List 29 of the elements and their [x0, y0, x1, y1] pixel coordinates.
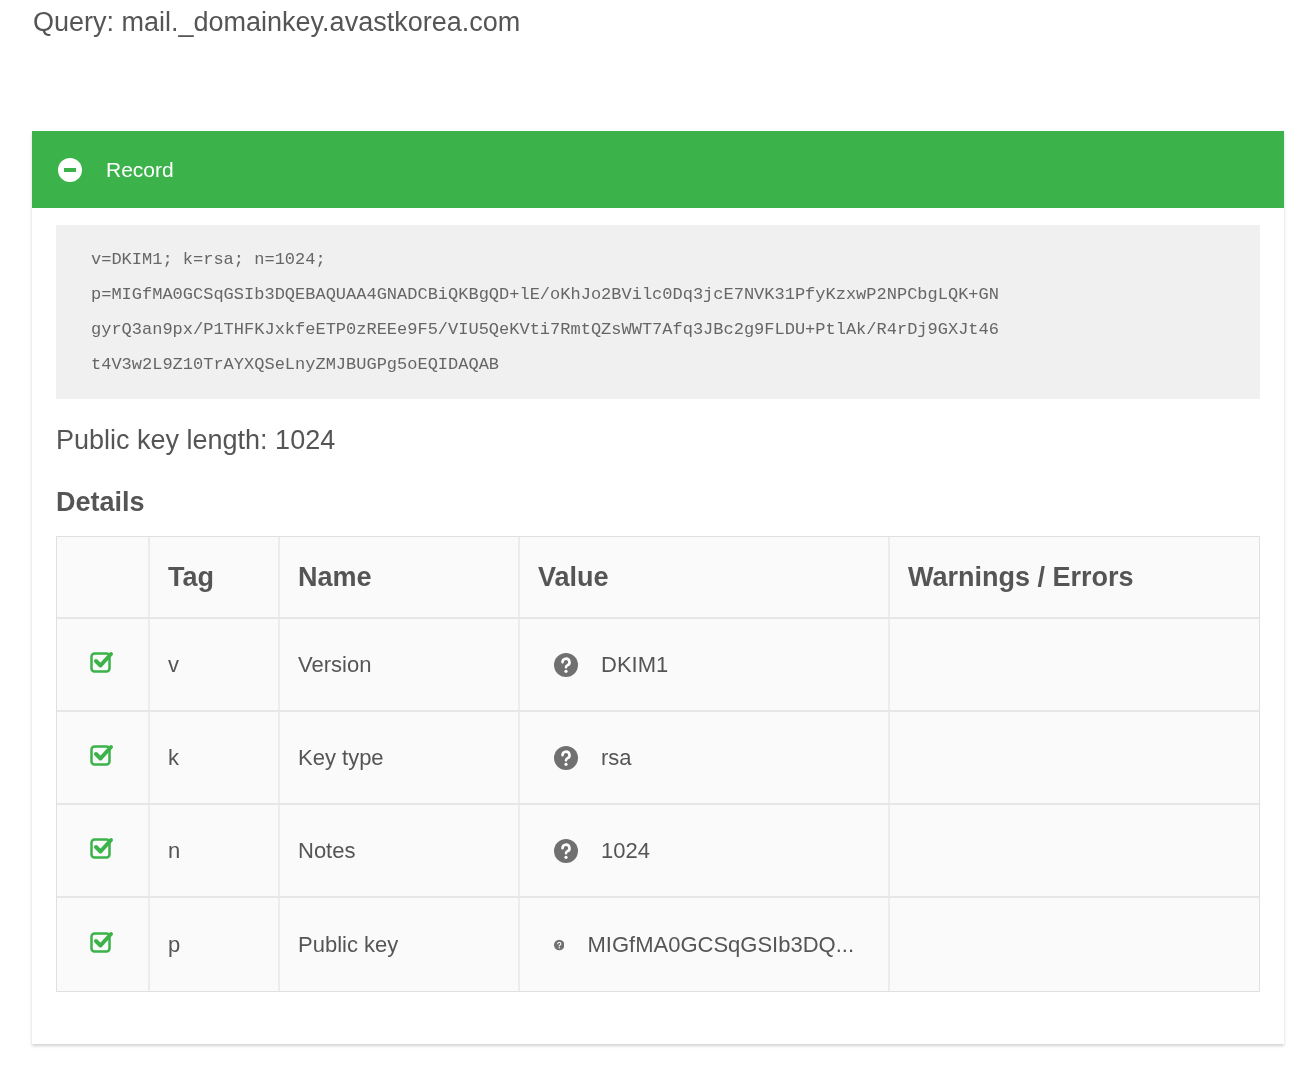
value-cell-text: DKIM1: [601, 651, 669, 679]
tag-cell-text: n: [168, 837, 181, 865]
tag-cell-text: k: [168, 744, 179, 772]
record-header[interactable]: Record: [32, 131, 1284, 208]
tag-cell-text: p: [168, 931, 181, 959]
record-title: Record: [106, 156, 174, 183]
record-line: p=MIGfMA0GCSqGSIb3DQEBAQUAA4GNADCBiQKBgQD+lE/oKhJo2BVilc0Dq3jcE7NVK31PfyKzxwP2NPCbgLQK+GN: [91, 284, 999, 306]
name-cell-text: Public key: [298, 931, 399, 959]
value-cell-text: rsa: [601, 744, 632, 772]
details-heading: Details: [56, 486, 145, 519]
query-title: Query: mail._domainkey.avastkorea.com: [33, 6, 521, 39]
collapse-icon[interactable]: [58, 157, 82, 182]
record-line: gyrQ3an9px/P1THFKJxkfeETP0zREEe9F5/VIU5QeKVti7RmtQZsWWT7Afq3JBc2g9FLDU+PtlAk/R4rDj9GXJt46: [91, 319, 999, 341]
tag-cell-text: v: [168, 651, 179, 679]
help-icon[interactable]: [554, 745, 578, 770]
name-cell-text: Version: [298, 651, 372, 679]
value-cell-text: 1024: [601, 837, 650, 865]
column-header: Tag: [168, 560, 214, 594]
column-header: Name: [298, 560, 372, 594]
help-icon[interactable]: [554, 652, 578, 677]
name-cell-text: Key type: [298, 744, 384, 772]
name-cell-text: Notes: [298, 837, 356, 865]
column-header: Value: [538, 560, 609, 594]
value-cell-text: MIGfMA0GCSqGSIb3DQ...: [587, 931, 854, 959]
record-line: v=DKIM1; k=rsa; n=1024;: [91, 249, 326, 271]
column-header: Warnings / Errors: [908, 560, 1134, 594]
help-icon[interactable]: [554, 838, 578, 863]
key-length-text: Public key length: 1024: [56, 424, 336, 457]
record-line: t4V3w2L9Z10TrAYXQSeLnyZMJBUGPg5oEQIDAQAB: [91, 354, 500, 376]
